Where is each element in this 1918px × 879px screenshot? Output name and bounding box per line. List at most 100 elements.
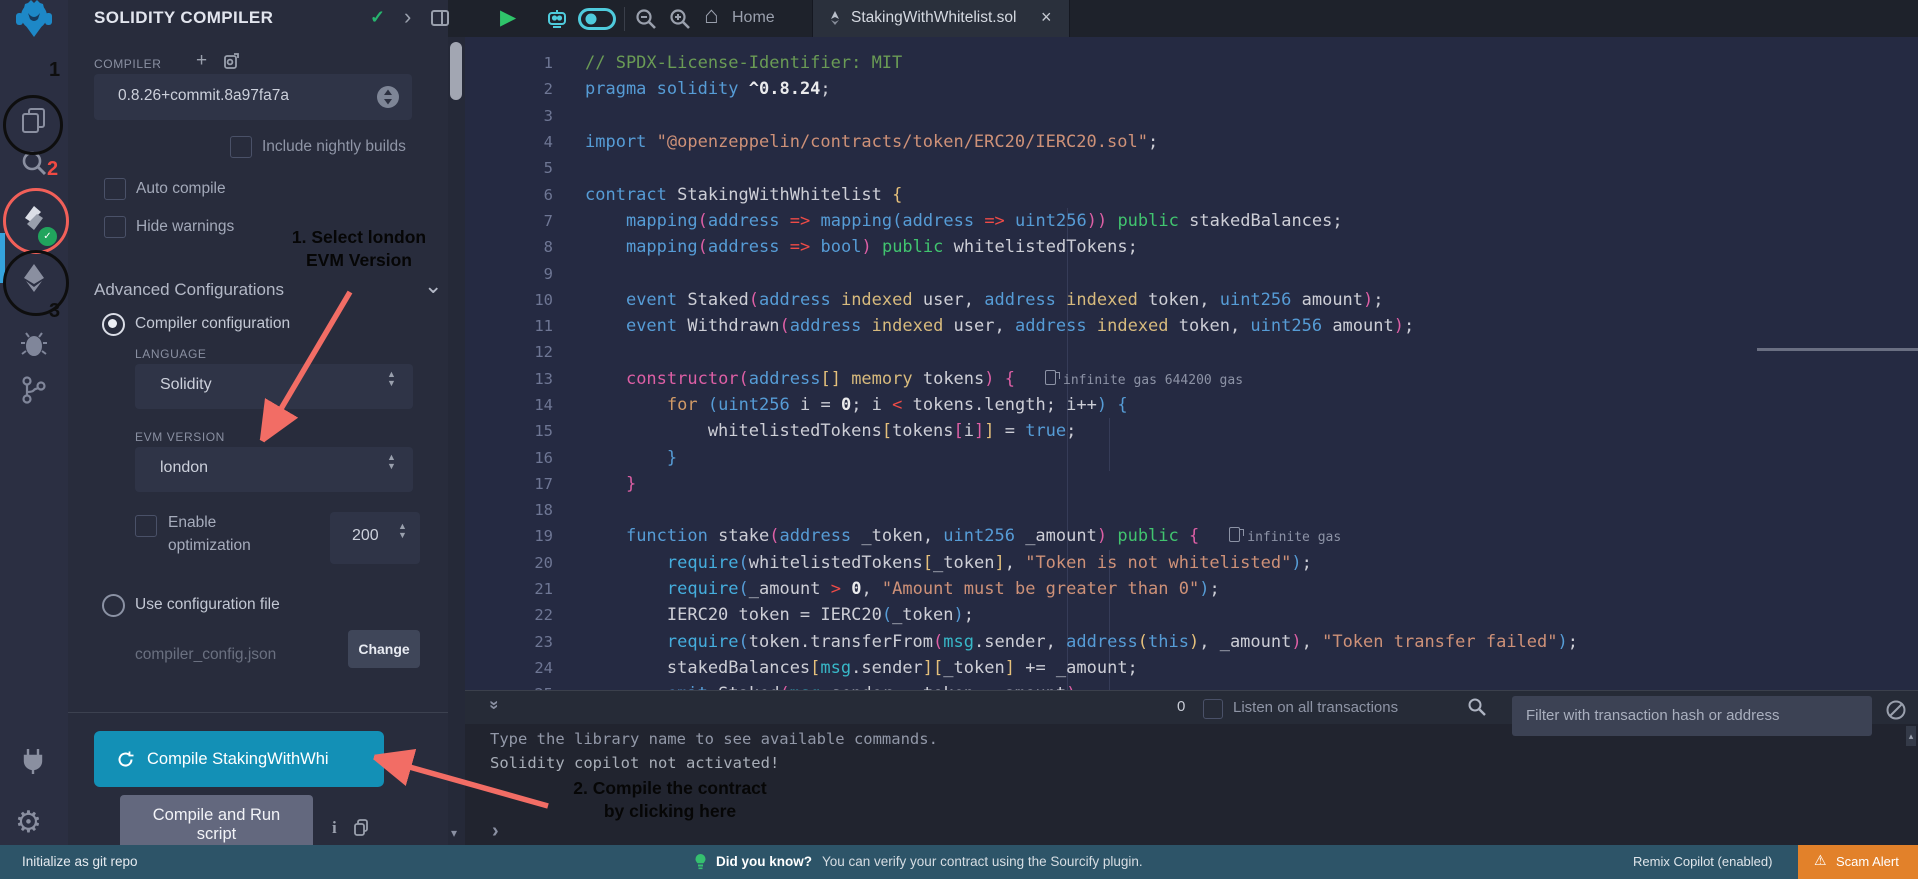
- refresh-icon: [116, 750, 135, 769]
- zoom-in-icon[interactable]: [668, 7, 692, 36]
- optimization-label-2: optimization: [168, 537, 251, 555]
- language-value: Solidity: [160, 376, 212, 394]
- compiler-version-value: 0.8.26+commit.8a97fa7a: [118, 87, 289, 105]
- home-tab-label[interactable]: Home: [732, 9, 775, 27]
- code-line: 13 constructor(address[] memory tokens) …: [465, 366, 1918, 392]
- compile-run-label-2: script: [120, 825, 313, 844]
- compile-success-icon: ✓: [370, 7, 385, 28]
- copilot-status[interactable]: Remix Copilot (enabled): [1633, 854, 1772, 869]
- terminal-line: Solidity copilot not activated!: [490, 754, 779, 772]
- terminal-scrollbar[interactable]: ▴: [1906, 726, 1916, 746]
- language-label: LANGUAGE: [135, 347, 207, 361]
- annotation-note-1: 1. Select london EVM Version: [268, 226, 450, 272]
- change-config-button[interactable]: Change: [348, 630, 420, 668]
- code-line: 21 require(_amount > 0, "Amount must be …: [465, 576, 1918, 602]
- copy-icon[interactable]: [352, 818, 370, 841]
- code-line: 1// SPDX-License-Identifier: MIT: [465, 50, 1918, 76]
- code-editor[interactable]: 1// SPDX-License-Identifier: MIT2pragma …: [465, 37, 1918, 690]
- ai-copilot-icon[interactable]: [544, 6, 570, 37]
- code-line: 15 whitelistedTokens[tokens[i]] = true;: [465, 418, 1918, 444]
- settings-gear-icon[interactable]: ⚙: [15, 805, 42, 840]
- auto-compile-checkbox[interactable]: [104, 178, 126, 200]
- panel-scrollbar-thumb[interactable]: [450, 42, 462, 100]
- home-icon[interactable]: ⌂: [704, 2, 719, 30]
- compile-button[interactable]: Compile StakingWithWhi: [94, 731, 384, 787]
- compiler-panel: COMPILER + 0.8.26+commit.8a97fa7a Includ…: [68, 37, 448, 845]
- language-stepper-icon: ▲▼: [387, 370, 396, 388]
- zoom-out-icon[interactable]: [634, 7, 658, 36]
- transaction-count: 0: [1177, 698, 1185, 715]
- compiler-config-radio[interactable]: [102, 313, 125, 336]
- clear-console-icon[interactable]: [1884, 698, 1908, 727]
- compiler-config-label: Compiler configuration: [135, 315, 290, 333]
- config-file-radio[interactable]: [102, 594, 125, 617]
- deploy-run-icon[interactable]: [17, 261, 51, 300]
- git-icon[interactable]: [20, 375, 48, 410]
- debugger-icon[interactable]: [19, 329, 49, 364]
- nightly-builds-label: Include nightly builds: [262, 138, 406, 156]
- code-line: 18: [465, 497, 1918, 523]
- code-line: 20 require(whitelistedTokens[_token], "T…: [465, 550, 1918, 576]
- copilot-toggle[interactable]: [578, 8, 616, 35]
- listen-transactions-checkbox[interactable]: [1203, 699, 1223, 719]
- nightly-builds-checkbox[interactable]: [230, 136, 252, 158]
- evm-version-value: london: [160, 459, 208, 477]
- advanced-config-chevron-icon[interactable]: ⌄: [424, 273, 442, 299]
- code-line: 2pragma solidity ^0.8.24;: [465, 76, 1918, 102]
- config-file-label: Use configuration file: [135, 596, 280, 614]
- scam-alert-label: Scam Alert: [1836, 854, 1899, 869]
- terminal-search-icon[interactable]: [1467, 697, 1487, 722]
- add-compiler-icon[interactable]: +: [196, 50, 207, 72]
- tab-stakingwithwhitelist[interactable]: StakingWithWhitelist.sol ×: [812, 0, 1070, 37]
- code-line: 23 require(token.transferFrom(msg.sender…: [465, 629, 1918, 655]
- open-file-icon[interactable]: [222, 52, 241, 76]
- hide-warnings-checkbox[interactable]: [104, 216, 126, 238]
- auto-compile-label: Auto compile: [136, 180, 226, 198]
- panel-forward-icon[interactable]: ›: [404, 4, 411, 30]
- language-select[interactable]: Solidity ▲▼: [135, 364, 413, 409]
- compiler-version-select[interactable]: 0.8.26+commit.8a97fa7a: [94, 74, 412, 120]
- version-stepper-icon[interactable]: [376, 85, 400, 114]
- main-toolbar: ▶ ⌂ Home: [448, 0, 1918, 37]
- pin-panel-icon[interactable]: [430, 8, 450, 33]
- remix-logo-area[interactable]: [0, 0, 68, 37]
- git-init-status[interactable]: Initialize as git repo: [22, 854, 138, 869]
- listen-transactions-label: Listen on all transactions: [1233, 699, 1398, 716]
- compile-button-label: Compile StakingWithWhi: [147, 750, 329, 769]
- status-bar: Initialize as git repo Did you know? You…: [0, 845, 1918, 879]
- code-line: 7 mapping(address => mapping(address => …: [465, 208, 1918, 234]
- scam-alert-button[interactable]: ⚠ Scam Alert: [1798, 845, 1918, 879]
- info-icon[interactable]: i: [332, 818, 337, 838]
- code-line: 25 emit Staked(msg.sender, _token, _amou…: [465, 681, 1918, 690]
- search-icon[interactable]: [19, 149, 49, 184]
- advanced-config-title[interactable]: Advanced Configurations: [94, 280, 284, 300]
- file-explorer-icon[interactable]: [18, 105, 50, 142]
- solidity-file-icon: [825, 8, 845, 33]
- code-line: 12: [465, 339, 1918, 365]
- annotation-number-2: 2: [47, 158, 58, 181]
- terminal-prompt[interactable]: ›: [492, 820, 499, 843]
- optimization-label-1: Enable: [168, 514, 216, 532]
- code-line: 22 IERC20 token = IERC20(_token);: [465, 602, 1918, 628]
- close-tab-icon[interactable]: ×: [1041, 7, 1052, 28]
- evm-stepper-icon: ▲▼: [387, 453, 396, 471]
- panel-scrollbar[interactable]: [448, 37, 465, 845]
- scrollbar-down-icon[interactable]: ▾: [451, 826, 457, 840]
- plugin-manager-icon[interactable]: [18, 746, 48, 781]
- collapse-terminal-icon[interactable]: »: [485, 700, 505, 709]
- annotation-note-2: 2. Compile the contract by clicking here: [535, 777, 805, 823]
- evm-version-label: EVM VERSION: [135, 430, 225, 444]
- code-line: 6contract StakingWithWhitelist {: [465, 181, 1918, 207]
- code-line: 10 event Staked(address indexed user, ad…: [465, 287, 1918, 313]
- note1-line2: EVM Version: [268, 249, 450, 272]
- evm-version-select[interactable]: london ▲▼: [135, 447, 413, 492]
- optimization-runs-value: 200: [352, 527, 379, 545]
- code-line: 17 }: [465, 471, 1918, 497]
- transaction-filter-input[interactable]: Filter with transaction hash or address: [1512, 696, 1872, 736]
- hide-warnings-label: Hide warnings: [136, 218, 234, 236]
- optimization-runs-input[interactable]: 200 ▲▼: [330, 512, 420, 564]
- run-script-button[interactable]: ▶: [500, 5, 516, 30]
- code-line: 9: [465, 260, 1918, 286]
- compiler-success-badge: ✓: [36, 225, 59, 248]
- optimization-checkbox[interactable]: [135, 515, 157, 537]
